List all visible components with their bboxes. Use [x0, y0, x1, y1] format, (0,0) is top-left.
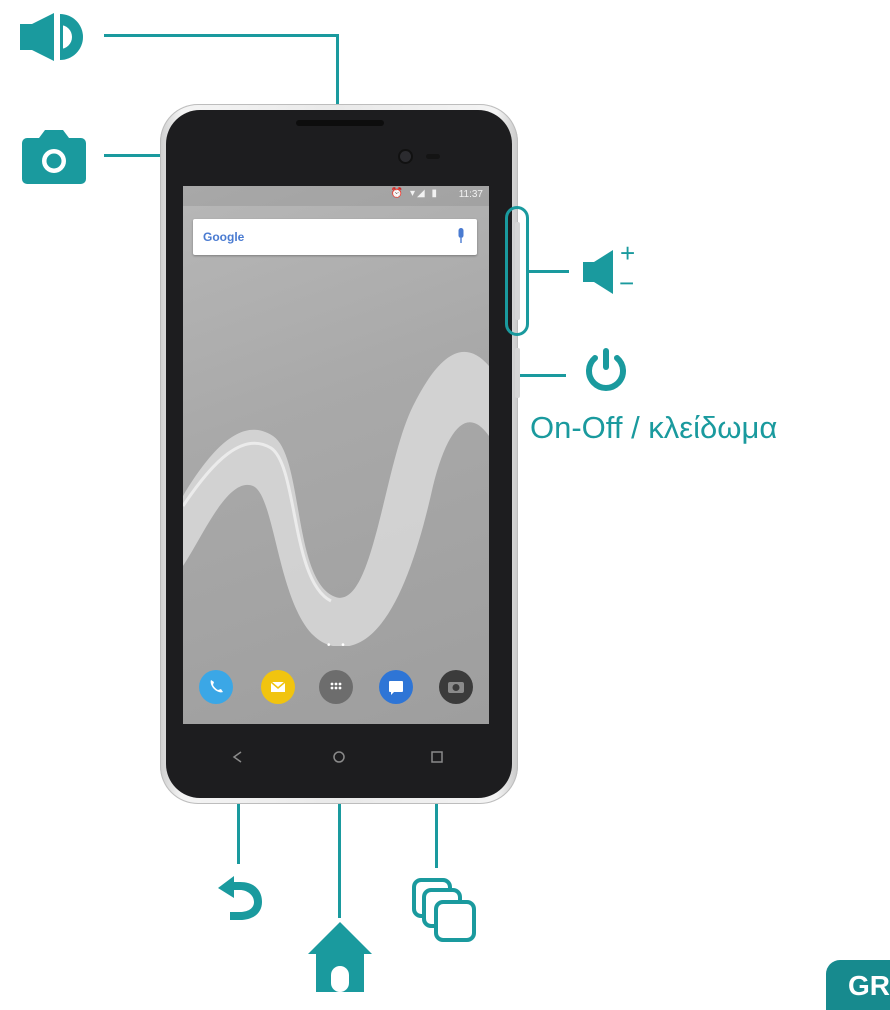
hw-recent-button[interactable] [430, 750, 444, 764]
hw-home-button[interactable] [332, 750, 346, 764]
volume-icon [583, 250, 613, 294]
language-tab: GR [826, 960, 890, 1010]
speaker-icon [20, 13, 83, 61]
email-icon [270, 681, 286, 692]
camera-app-icon [448, 682, 464, 693]
page-indicator: • • [327, 640, 349, 651]
dock-email-app[interactable] [261, 670, 295, 704]
volume-minus-label: − [619, 268, 635, 298]
dock-phone-app[interactable] [199, 670, 233, 704]
dock-messaging-app[interactable] [379, 670, 413, 704]
dock-app-drawer[interactable] [319, 670, 353, 704]
status-time: 11:37 [458, 189, 483, 200]
power-label: On-Off / κλείδωμα [530, 410, 778, 445]
power-callout-line [520, 374, 566, 377]
search-logo: Google [203, 230, 245, 244]
recent-apps-icon [412, 878, 476, 942]
power-icon [586, 348, 626, 391]
power-key[interactable] [515, 348, 520, 398]
status-icons: ⏰ ▾◢ ▮ [390, 188, 439, 199]
home-icon [308, 922, 372, 992]
back-arrow-icon [218, 876, 262, 920]
proximity-sensor [426, 154, 440, 159]
speaker-callout-line-h [104, 34, 339, 37]
message-icon [389, 681, 403, 695]
hw-back-button[interactable] [231, 750, 245, 764]
phone-screen: ⏰ ▾◢ ▮ 11:37 Google • • [183, 186, 489, 724]
dock-camera-app[interactable] [439, 670, 473, 704]
app-drawer-icon [330, 682, 342, 690]
language-tab-label: GR [848, 970, 890, 1001]
mic-icon[interactable] [457, 228, 465, 244]
wallpaper-wave [183, 351, 489, 646]
volume-callout-line [529, 270, 569, 273]
phone-icon [210, 680, 223, 693]
front-camera-lens [400, 151, 411, 162]
camera-icon [22, 130, 86, 184]
volume-plus-label: + [620, 238, 636, 268]
search-widget[interactable]: Google [193, 219, 477, 255]
earpiece-speaker [296, 120, 384, 126]
volume-highlight-outline [505, 206, 529, 336]
status-bar: ⏰ ▾◢ ▮ 11:37 [183, 186, 489, 206]
